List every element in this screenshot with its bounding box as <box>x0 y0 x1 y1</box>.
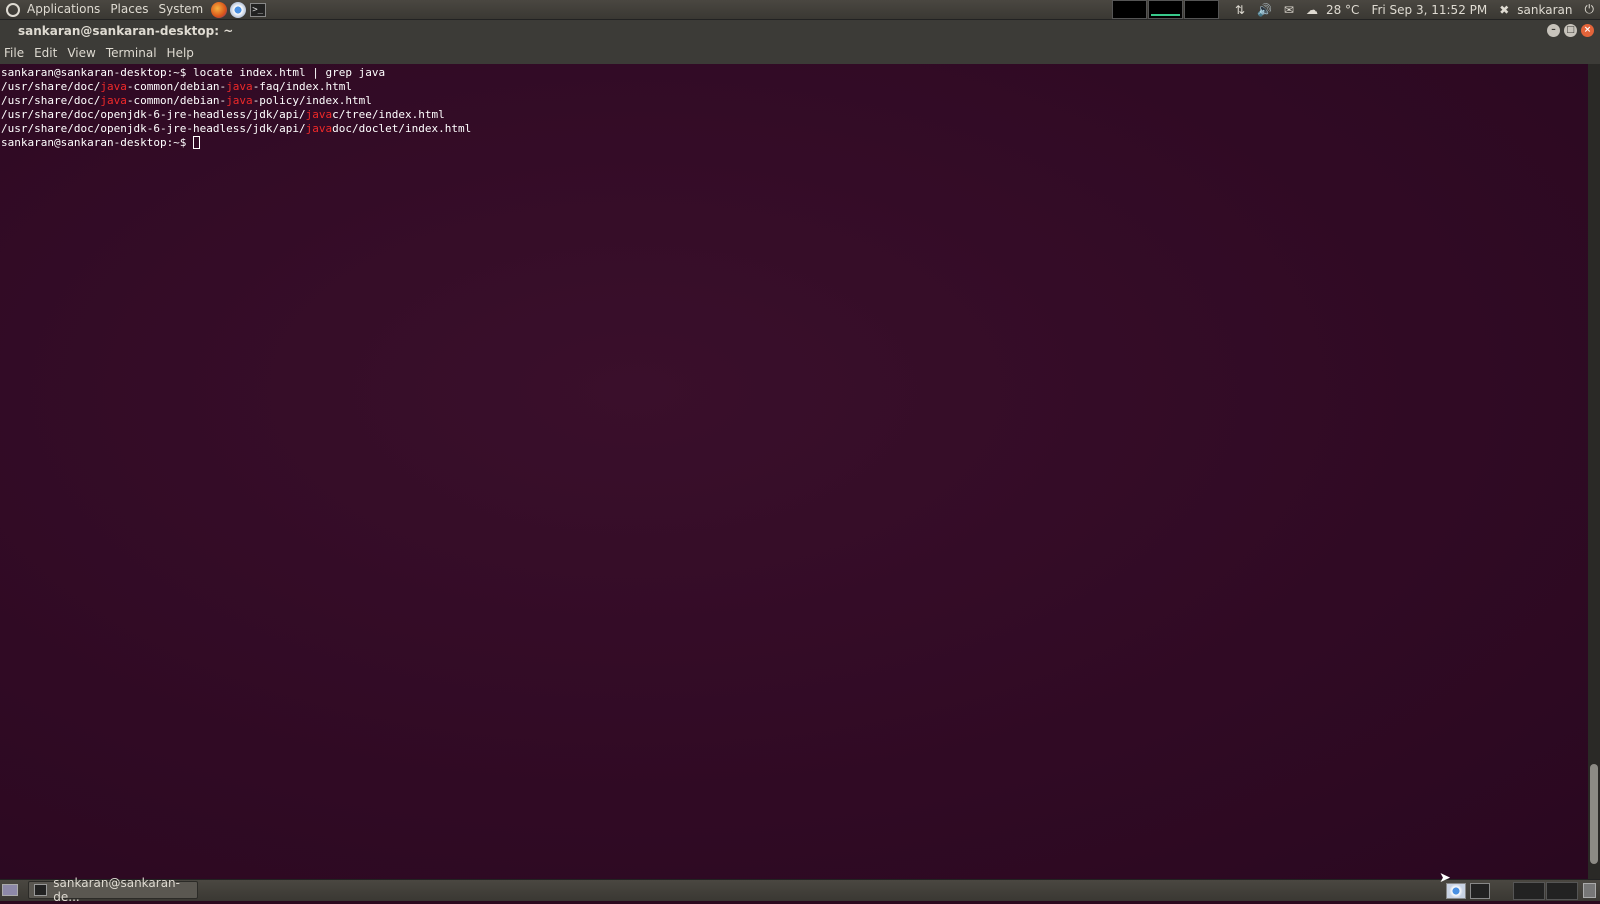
panel-tray: ⇅ 🔊 ✉ ☁ 28 °C Fri Sep 3, 11:52 PM ✖ sank… <box>1111 0 1600 19</box>
menu-view[interactable]: View <box>62 46 100 60</box>
user-menu[interactable]: sankaran <box>1517 3 1572 17</box>
browser-launcher-icon[interactable] <box>230 1 247 18</box>
power-icon[interactable]: ⏻ <box>1585 2 1595 17</box>
clock[interactable]: Fri Sep 3, 11:52 PM <box>1371 3 1487 17</box>
match-highlight: java <box>100 94 127 107</box>
mouse-pointer-icon: ➤ <box>1439 870 1451 886</box>
menu-edit[interactable]: Edit <box>29 46 62 60</box>
output-text: /usr/share/doc/ <box>1 80 101 93</box>
terminal-line: /usr/share/doc/openjdk-6-jre-headless/jd… <box>0 108 1588 122</box>
maximize-button[interactable]: □ <box>1564 24 1577 37</box>
volume-icon[interactable]: 🔊 <box>1257 3 1272 17</box>
match-highlight: java <box>100 80 127 93</box>
terminal-output[interactable]: sankaran@sankaran-desktop:~$ locate inde… <box>0 64 1588 879</box>
scrollbar-thumb[interactable] <box>1590 764 1598 864</box>
output-text: -faq/index.html <box>252 80 353 93</box>
memory-graph <box>1183 0 1219 19</box>
output-text: /usr/share/doc/openjdk-6-jre-headless/jd… <box>1 108 306 121</box>
match-highlight: java <box>226 80 253 93</box>
minimize-button[interactable]: – <box>1547 24 1560 37</box>
terminal-scrollbar[interactable] <box>1588 64 1600 879</box>
output-text: c/tree/index.html <box>332 108 445 121</box>
top-panel: Applications Places System >_ ⇅ 🔊 ✉ ☁ 28… <box>0 0 1600 20</box>
window-controls: – □ × <box>1543 24 1594 37</box>
match-highlight: java <box>305 108 333 121</box>
ubuntu-logo-icon[interactable] <box>6 2 20 17</box>
output-text: -common/debian- <box>126 94 227 107</box>
terminal-launcher-icon[interactable]: >_ <box>250 2 267 17</box>
workspace-2[interactable] <box>1546 882 1578 900</box>
cpu-graph <box>1111 0 1147 19</box>
terminal-line: sankaran@sankaran-desktop:~$ locate inde… <box>0 66 1588 80</box>
mail-icon[interactable]: ✉ <box>1284 3 1294 17</box>
system-monitor[interactable] <box>1111 0 1219 19</box>
terminal-line: /usr/share/doc/java-common/debian-java-p… <box>0 94 1588 108</box>
firefox-launcher-icon[interactable] <box>211 1 228 18</box>
output-text: sankaran@sankaran-desktop:~$ locate inde… <box>1 66 386 79</box>
output-text: -policy/index.html <box>252 94 372 107</box>
match-highlight: java <box>226 94 253 107</box>
close-button[interactable]: × <box>1581 24 1594 37</box>
menu-terminal[interactable]: Terminal <box>101 46 162 60</box>
window-title: sankaran@sankaran-desktop: ~ <box>18 24 234 38</box>
network-graph <box>1147 0 1183 19</box>
weather-icon: ☁ <box>1305 2 1318 17</box>
terminal-line: /usr/share/doc/openjdk-6-jre-headless/jd… <box>0 122 1588 136</box>
user-status-icon: ✖ <box>1499 2 1510 17</box>
bottom-panel: sankaran@sankaran-de... <box>0 876 1600 904</box>
menu-file[interactable]: File <box>0 46 29 60</box>
prompt: sankaran@sankaran-desktop:~$ <box>1 136 194 149</box>
cursor <box>193 136 201 149</box>
show-desktop-icon[interactable] <box>2 884 18 896</box>
output-text: -common/debian- <box>126 80 227 93</box>
taskbar-terminal-button[interactable]: sankaran@sankaran-de... <box>28 876 198 904</box>
terminal-line: /usr/share/doc/java-common/debian-java-f… <box>0 80 1588 94</box>
output-text: /usr/share/doc/openjdk-6-jre-headless/jd… <box>1 122 306 135</box>
network-icon[interactable]: ⇅ <box>1235 3 1245 17</box>
match-highlight: java <box>305 122 333 135</box>
places-menu[interactable]: Places <box>105 0 153 19</box>
window-title-bar[interactable]: sankaran@sankaran-desktop: ~ – □ × <box>0 20 1600 42</box>
workspace-switcher[interactable] <box>1512 882 1578 900</box>
workspace-1[interactable] <box>1513 882 1545 900</box>
applications-menu[interactable]: Applications <box>22 0 105 19</box>
terminal-icon <box>34 884 48 896</box>
trash-icon[interactable] <box>1583 883 1596 898</box>
terminal-window-icon[interactable] <box>1470 883 1490 899</box>
output-text: /usr/share/doc/ <box>1 94 101 107</box>
output-text: doc/doclet/index.html <box>332 122 472 135</box>
prompt-line: sankaran@sankaran-desktop:~$ <box>0 136 1588 150</box>
system-menu[interactable]: System <box>153 0 208 19</box>
terminal-menu-bar: File Edit View Terminal Help <box>0 42 1600 64</box>
temperature-label[interactable]: 28 °C <box>1326 3 1359 17</box>
menu-help[interactable]: Help <box>162 46 199 60</box>
